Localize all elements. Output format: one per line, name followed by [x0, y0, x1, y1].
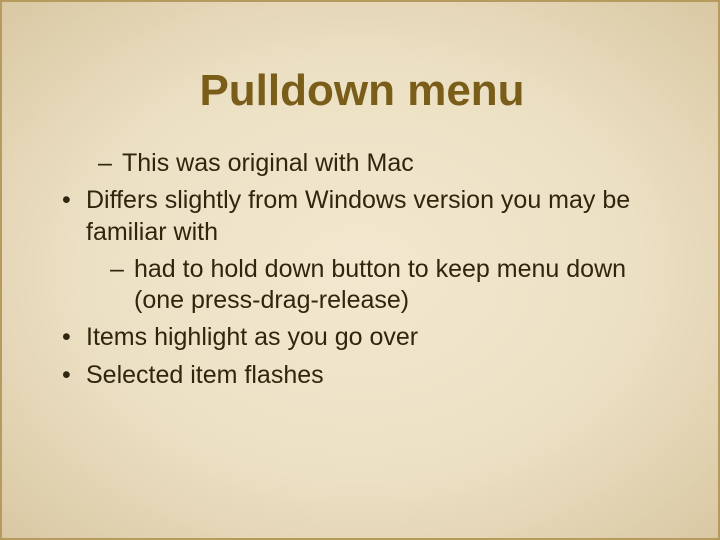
slide: Pulldown menu This was original with Mac… — [0, 0, 720, 540]
list-item: This was original with Mac — [50, 148, 670, 179]
list-item: Selected item flashes — [50, 360, 670, 391]
list-item-text: Items highlight as you go over — [86, 323, 418, 351]
list-item: had to hold down button to keep menu dow… — [50, 254, 670, 317]
list-item-text: This was original with Mac — [122, 149, 414, 177]
list-item: Differs slightly from Windows version yo… — [50, 185, 670, 248]
list-item-text: Differs slightly from Windows version yo… — [86, 186, 630, 245]
slide-body: This was original with Mac Differs sligh… — [50, 142, 670, 397]
list-item-text: Selected item flashes — [86, 361, 324, 389]
list-item: Items highlight as you go over — [50, 322, 670, 353]
slide-title: Pulldown menu — [2, 66, 720, 116]
list-item-text: had to hold down button to keep menu dow… — [134, 255, 626, 314]
